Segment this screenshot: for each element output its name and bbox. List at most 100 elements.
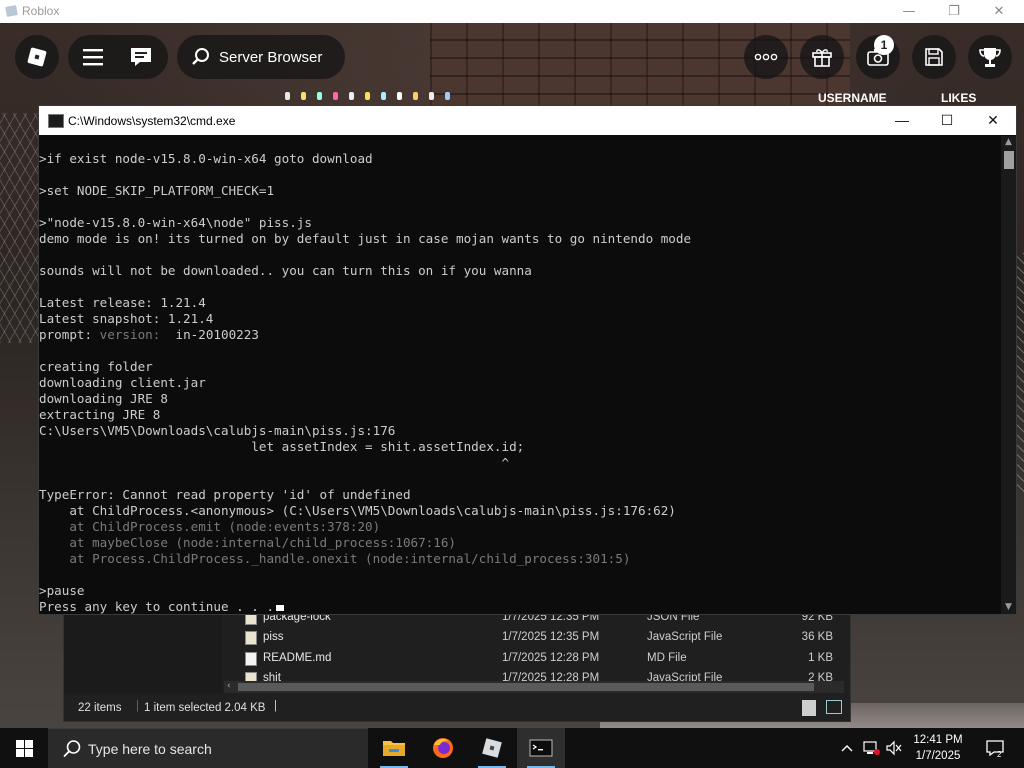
console-line: prompt: version: in-20100223 xyxy=(39,327,999,343)
roblox-menu-button[interactable] xyxy=(15,35,59,79)
notification-icon xyxy=(986,740,1004,757)
console-text: downloading client.jar xyxy=(39,375,206,390)
cmd-scrollbar-thumb[interactable] xyxy=(1004,151,1014,169)
restore-button[interactable]: ❐ xyxy=(931,1,977,22)
more-icon xyxy=(754,53,778,61)
file-size: 36 KB xyxy=(801,631,833,643)
server-browser-button[interactable]: Server Browser xyxy=(177,35,345,79)
file-row[interactable]: README.md 1/7/2025 12:28 PM MD File 1 KB xyxy=(239,649,839,669)
file-type: MD File xyxy=(647,652,687,664)
md-file-icon xyxy=(245,652,257,666)
taskbar-cmd[interactable] xyxy=(517,728,565,768)
console-text: ^ xyxy=(39,455,510,470)
console-segment: version: xyxy=(99,327,161,342)
console-text: extracting JRE 8 xyxy=(39,407,161,422)
cmd-maximize-button[interactable]: ☐ xyxy=(924,106,970,135)
console-text: Press any key to continue . . . xyxy=(39,599,275,614)
action-center-button[interactable] xyxy=(980,728,1010,768)
brick-wall xyxy=(430,23,850,113)
console-line: sounds will not be downloaded.. you can … xyxy=(39,263,999,279)
gift-button[interactable] xyxy=(800,35,844,79)
volume-button[interactable] xyxy=(884,728,904,768)
console-line: extracting JRE 8 xyxy=(39,407,999,423)
hamburger-icon xyxy=(83,49,103,66)
firefox-icon xyxy=(433,738,453,758)
console-line: >"node-v15.8.0-win-x64\node" piss.js xyxy=(39,215,999,231)
chat-button[interactable] xyxy=(118,46,164,68)
console-line: at ChildProcess.emit (node:events:378:20… xyxy=(39,519,999,535)
close-button[interactable]: ✕ xyxy=(976,1,1022,22)
taskbar-file-explorer[interactable] xyxy=(370,728,418,768)
more-options-button[interactable] xyxy=(744,35,788,79)
cmd-window[interactable]: C:\Windows\system32\cmd.exe — ☐ ✕ >if ex… xyxy=(38,105,1017,615)
save-button[interactable] xyxy=(912,35,956,79)
leaderboard-button[interactable] xyxy=(968,35,1012,79)
item-count: 22 items xyxy=(78,702,122,714)
roblox-logo-icon xyxy=(27,47,47,67)
scroll-down-icon[interactable]: ▼ xyxy=(1004,603,1013,612)
search-icon xyxy=(63,740,81,758)
leaderboard-likes-header: LIKES xyxy=(941,91,977,105)
tiles-view-icon[interactable] xyxy=(826,700,842,714)
console-text: let assetIndex = shit.assetIndex.id; xyxy=(39,439,525,454)
file-type: JavaScript File xyxy=(647,631,723,643)
horizontal-scrollbar[interactable]: ‹ xyxy=(224,681,844,693)
console-text: creating folder xyxy=(39,359,153,374)
console-text: demo mode is on! its turned on by defaul… xyxy=(39,231,692,246)
hamburger-menu-button[interactable] xyxy=(68,48,118,66)
file-name: piss xyxy=(263,631,284,643)
console-output[interactable]: >if exist node-v15.8.0-win-x64 goto down… xyxy=(39,151,999,615)
taskbar-search-box[interactable]: Type here to search xyxy=(48,728,368,768)
text-cursor xyxy=(276,604,285,611)
cmd-titlebar[interactable]: C:\Windows\system32\cmd.exe — ☐ ✕ xyxy=(39,106,1016,135)
console-line: C:\Users\VM5\Downloads\calubjs-main\piss… xyxy=(39,423,999,439)
file-date: 1/7/2025 12:35 PM xyxy=(502,631,600,643)
file-explorer-window[interactable]: package-lock 1/7/2025 12:35 PM JSON File 92… xyxy=(63,605,851,722)
search-icon xyxy=(192,48,209,65)
console-text: at ChildProcess.emit (node:events:378:20… xyxy=(39,519,381,534)
show-hidden-icons-button[interactable] xyxy=(838,728,856,768)
console-text: at maybeClose (node:internal/child_proce… xyxy=(39,535,457,550)
network-button[interactable] xyxy=(860,728,882,768)
file-row[interactable]: piss 1/7/2025 12:35 PM JavaScript File 36 K… xyxy=(239,628,839,648)
scroll-left-icon[interactable]: ‹ xyxy=(227,681,231,691)
cmd-icon xyxy=(529,739,553,757)
details-view-icon[interactable] xyxy=(802,700,816,716)
explorer-status-bar: 22 items | 1 item selected 2.04 KB | xyxy=(64,696,850,720)
cmd-window-title: C:\Windows\system32\cmd.exe xyxy=(68,114,236,128)
taskbar-roblox[interactable] xyxy=(468,728,516,768)
network-icon xyxy=(863,741,880,755)
js-file-icon xyxy=(245,631,257,645)
scroll-up-icon[interactable]: ▲ xyxy=(1004,138,1013,147)
explorer-nav-pane[interactable] xyxy=(64,606,222,693)
gift-icon xyxy=(812,49,832,67)
clock-time: 12:41 PM xyxy=(913,734,963,746)
selection-info: 1 item selected 2.04 KB xyxy=(144,702,266,714)
minimize-button[interactable]: — xyxy=(886,1,932,22)
cmd-close-button[interactable]: ✕ xyxy=(970,106,1016,135)
cmd-minimize-button[interactable]: — xyxy=(879,106,925,135)
volume-muted-icon xyxy=(886,740,902,756)
console-line: ^ xyxy=(39,455,999,471)
taskbar-clock[interactable]: 12:41 PM 1/7/2025 xyxy=(906,732,970,764)
console-line: creating folder xyxy=(39,359,999,375)
windows-logo-icon xyxy=(15,739,33,757)
console-line: >pause xyxy=(39,583,999,599)
cmd-vertical-scrollbar[interactable]: ▲ ▼ xyxy=(1001,136,1016,614)
console-segment: in-20100223 xyxy=(160,327,259,342)
roblox-window-title: Roblox xyxy=(22,4,60,18)
hud-left-pill xyxy=(68,35,168,79)
scrollbar-thumb[interactable] xyxy=(238,683,814,691)
chat-icon xyxy=(131,48,151,66)
console-line: Press any key to continue . . . xyxy=(39,599,999,615)
console-text: downloading JRE 8 xyxy=(39,391,168,406)
taskbar-firefox[interactable] xyxy=(419,728,467,768)
console-line: downloading JRE 8 xyxy=(39,391,999,407)
console-line: Latest release: 1.21.4 xyxy=(39,295,999,311)
console-line: downloading client.jar xyxy=(39,375,999,391)
start-button[interactable] xyxy=(0,728,48,768)
